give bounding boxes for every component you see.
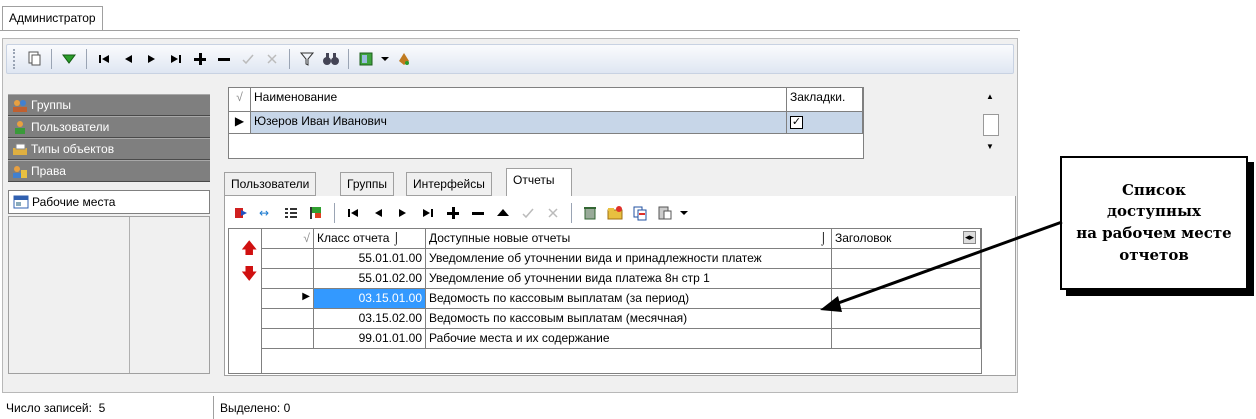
callout-arrow <box>820 220 1063 312</box>
